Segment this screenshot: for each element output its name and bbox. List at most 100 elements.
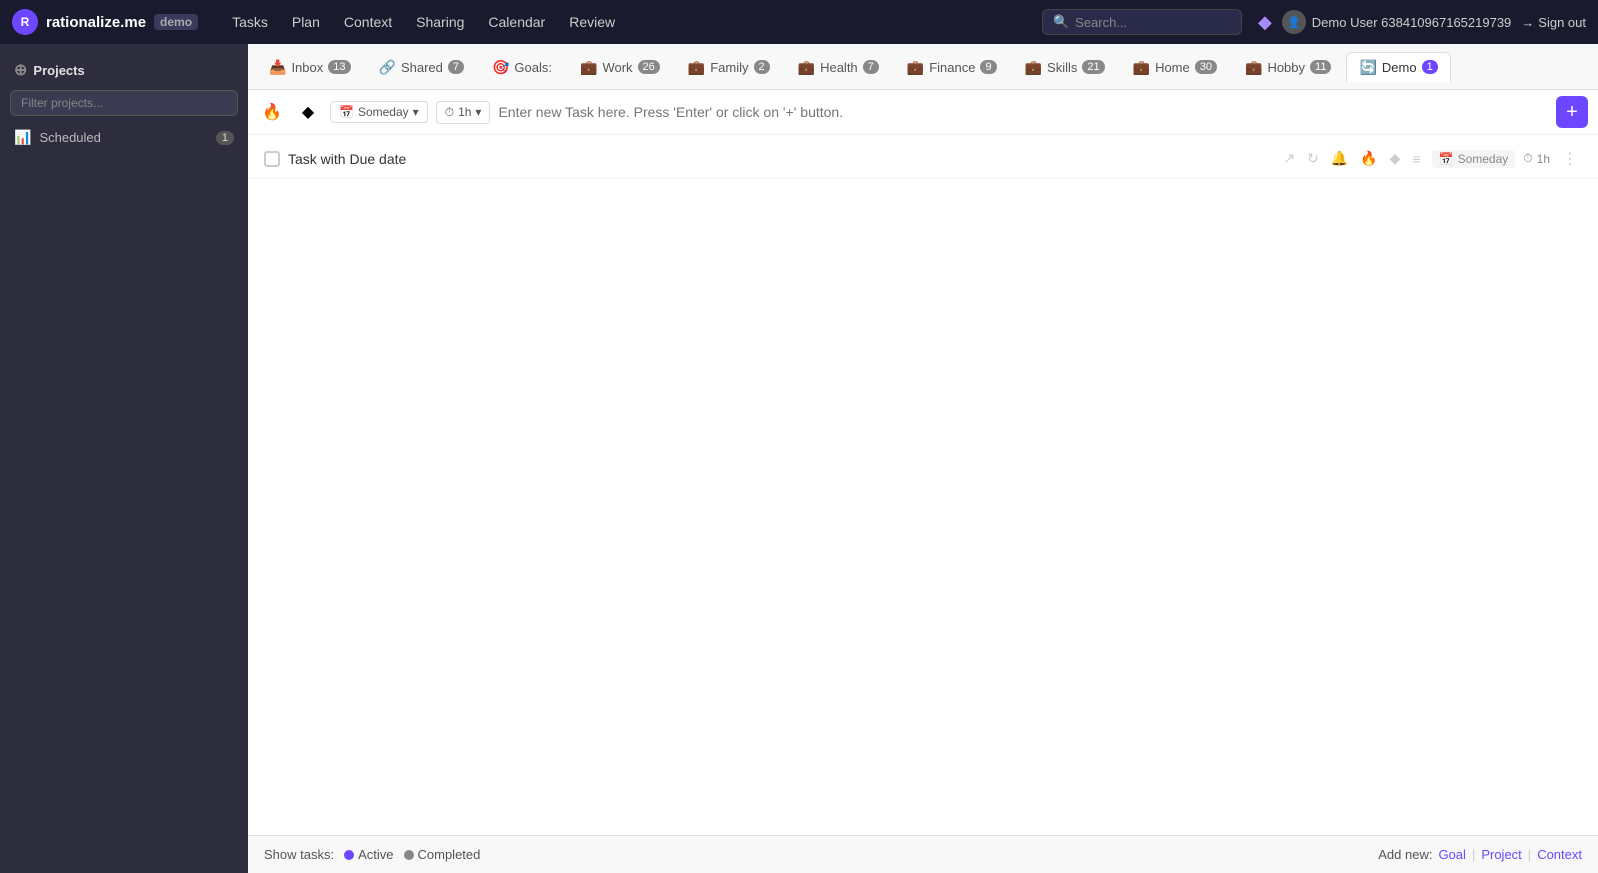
tab-home-label: Home [1155, 60, 1190, 75]
tab-inbox-label: Inbox [291, 60, 323, 75]
diamond-button[interactable]: ◆ [294, 98, 322, 126]
add-goal-link[interactable]: Goal [1438, 847, 1465, 862]
nav-links: Tasks Plan Context Sharing Calendar Revi… [222, 10, 625, 34]
user-area: 👤 Demo User 638410967165219739 [1282, 10, 1512, 34]
nav-review[interactable]: Review [559, 10, 625, 34]
task-more-icon[interactable]: ⋮ [1558, 149, 1582, 169]
health-icon: 💼 [798, 59, 815, 76]
user-avatar: 👤 [1282, 10, 1306, 34]
nav-plan[interactable]: Plan [282, 10, 330, 34]
user-name: Demo User 638410967165219739 [1312, 15, 1512, 30]
goals-icon: 🎯 [492, 59, 509, 76]
signout-icon: → [1521, 15, 1534, 30]
tab-shared[interactable]: 🔗 Shared 7 [366, 52, 477, 82]
home-icon: 💼 [1133, 59, 1150, 76]
bottom-bar: Show tasks: Active Completed Add new: Go… [248, 835, 1598, 873]
logo-area: R rationalize.me demo [12, 9, 198, 35]
fire-task-icon[interactable]: 🔥 [1357, 147, 1380, 170]
family-icon: 💼 [688, 59, 705, 76]
tab-work[interactable]: 💼 Work 26 [567, 52, 673, 82]
add-new: Add new: Goal | Project | Context [1378, 847, 1582, 862]
add-project-icon[interactable]: ⊕ [14, 60, 27, 80]
add-task-button[interactable]: + [1556, 96, 1588, 128]
time-selector[interactable]: ⏱ 1h ▾ [436, 101, 491, 124]
date-selector-label: Someday [358, 105, 409, 119]
tab-skills[interactable]: 💼 Skills 21 [1012, 52, 1118, 82]
work-icon: 💼 [580, 59, 597, 76]
show-tasks-label: Show tasks: [264, 847, 334, 862]
task-schedule[interactable]: 📅 Someday [1432, 150, 1516, 168]
active-dot [344, 850, 354, 860]
tab-demo-label: Demo [1382, 60, 1417, 75]
task-schedule-label: Someday [1458, 152, 1509, 166]
task-input-bar: 🔥 ◆ 📅 Someday ▾ ⏱ 1h ▾ + [248, 90, 1598, 135]
fire-button[interactable]: 🔥 [258, 98, 286, 126]
task-label: Task with Due date [288, 151, 1272, 167]
tab-finance[interactable]: 💼 Finance 9 [894, 52, 1010, 82]
nav-context[interactable]: Context [334, 10, 402, 34]
home-badge: 30 [1195, 60, 1217, 74]
tab-inbox[interactable]: 📥 Inbox 13 [256, 52, 364, 82]
tabs-bar: 📥 Inbox 13 🔗 Shared 7 🎯 Goals: 💼 Work 26… [248, 44, 1598, 90]
tab-finance-label: Finance [929, 60, 975, 75]
show-tasks: Show tasks: Active Completed [264, 847, 480, 862]
tab-home[interactable]: 💼 Home 30 [1120, 52, 1230, 82]
task-text-input[interactable] [498, 104, 1548, 120]
nav-right: ◆ 👤 Demo User 638410967165219739 → Sign … [1258, 10, 1586, 34]
tab-work-label: Work [602, 60, 632, 75]
task-time[interactable]: ⏱ 1h [1523, 151, 1550, 166]
hobby-badge: 11 [1310, 60, 1331, 74]
tab-hobby[interactable]: 💼 Hobby 11 [1232, 52, 1344, 82]
sidebar-projects-header[interactable]: ⊕ Projects [0, 54, 248, 86]
date-chevron-icon: ▾ [413, 105, 419, 119]
skills-icon: 💼 [1025, 59, 1042, 76]
filter-projects-input[interactable] [10, 90, 238, 116]
search-input[interactable] [1075, 15, 1215, 30]
task-checkbox[interactable] [264, 151, 280, 167]
nav-calendar[interactable]: Calendar [478, 10, 555, 34]
scheduled-badge: 1 [216, 131, 234, 145]
main-layout: ⊕ Projects 📊 Scheduled 1 📥 Inbox 13 🔗 Sh… [0, 44, 1598, 873]
tab-family[interactable]: 💼 Family 2 [675, 52, 783, 82]
health-badge: 7 [863, 60, 879, 74]
share-icon[interactable]: ↗ [1280, 147, 1298, 170]
sidebar-item-scheduled[interactable]: 📊 Scheduled 1 [0, 124, 248, 151]
signout-button[interactable]: → Sign out [1521, 15, 1586, 30]
tab-goals[interactable]: 🎯 Goals: [479, 52, 565, 82]
task-clock-icon: ⏱ [1523, 151, 1532, 166]
calendar-icon: 📅 [339, 105, 354, 119]
shared-badge: 7 [448, 60, 464, 74]
radio-active[interactable]: Active [344, 847, 393, 862]
note-icon[interactable]: ≡ [1409, 148, 1423, 170]
add-project-link[interactable]: Project [1481, 847, 1521, 862]
logo-text: rationalize.me [46, 14, 146, 31]
tab-demo[interactable]: 🔄 Demo 1 [1346, 52, 1450, 82]
logo-icon: R [12, 9, 38, 35]
task-list: Task with Due date ↗ ↻ 🔔 🔥 ◆ ≡ 📅 Someday… [248, 135, 1598, 835]
nav-tasks[interactable]: Tasks [222, 10, 278, 34]
tab-health-label: Health [820, 60, 858, 75]
tab-health[interactable]: 💼 Health 7 [785, 52, 892, 82]
bell-icon[interactable]: 🔔 [1328, 147, 1351, 170]
skills-badge: 21 [1082, 60, 1104, 74]
nav-sharing[interactable]: Sharing [406, 10, 474, 34]
add-new-label: Add new: [1378, 847, 1432, 862]
hobby-icon: 💼 [1245, 59, 1262, 76]
family-badge: 2 [754, 60, 770, 74]
date-selector[interactable]: 📅 Someday ▾ [330, 101, 428, 123]
sidebar: ⊕ Projects 📊 Scheduled 1 [0, 44, 248, 873]
demo-tab-icon: 🔄 [1359, 59, 1376, 76]
demo-badge: demo [154, 14, 198, 30]
completed-dot [404, 850, 414, 860]
search-icon: 🔍 [1053, 14, 1069, 30]
table-row[interactable]: Task with Due date ↗ ↻ 🔔 🔥 ◆ ≡ 📅 Someday… [248, 139, 1598, 179]
radio-completed[interactable]: Completed [404, 847, 481, 862]
repeat-icon[interactable]: ↻ [1304, 147, 1322, 170]
search-box[interactable]: 🔍 [1042, 9, 1242, 35]
demo-badge: 1 [1422, 60, 1438, 74]
time-selector-label: 1h [458, 105, 471, 119]
add-context-link[interactable]: Context [1537, 847, 1582, 862]
finance-icon: 💼 [907, 59, 924, 76]
diamond-task-icon[interactable]: ◆ [1387, 147, 1404, 170]
task-calendar-icon: 📅 [1439, 152, 1454, 166]
